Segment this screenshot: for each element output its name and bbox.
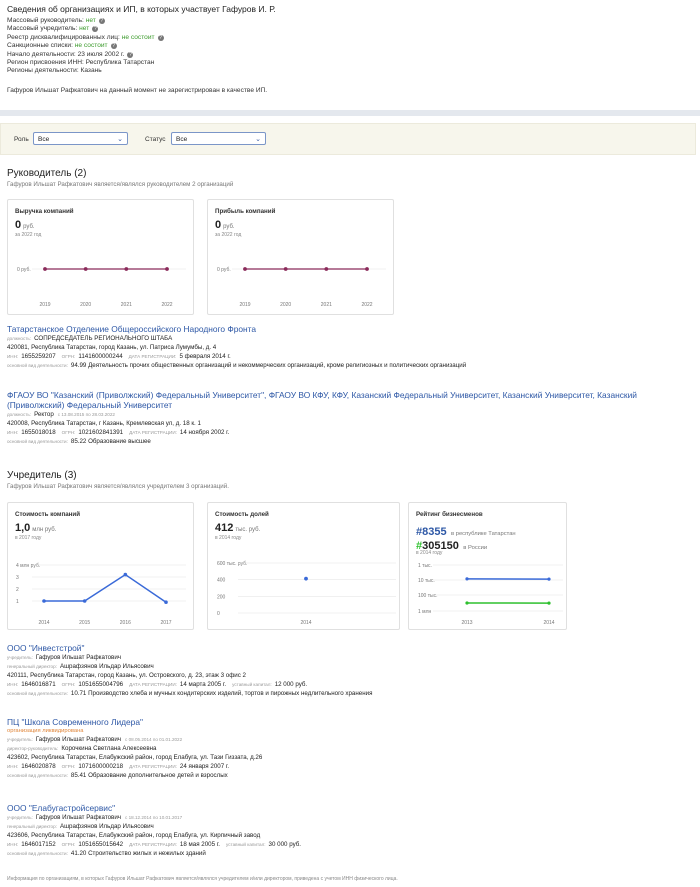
data-point <box>304 576 308 581</box>
info-row: Регион присвоения ИНН: Республика Татарс… <box>7 59 155 66</box>
revenue-chart: 0 руб. 2019 2020 2021 2022 <box>17 267 186 308</box>
role-label: Роль <box>14 136 29 143</box>
founder-org-2: ПЦ "Школа Современного Лидера" организац… <box>7 717 693 780</box>
status-select[interactable]: Все ⌄ <box>171 132 266 145</box>
info-row: Реестр дисквалифицированных лиц: не сост… <box>7 33 164 41</box>
x-tick-label: 2017 <box>160 620 171 626</box>
status-label: Статус <box>145 136 166 143</box>
org-name-link[interactable]: ООО "Инвестстрой" <box>7 643 693 653</box>
y-tick-label: 100 тыс. <box>418 593 438 599</box>
director-heading: Руководитель (2) <box>7 168 87 179</box>
data-point <box>123 572 128 577</box>
x-tick-label: 2020 <box>280 302 291 308</box>
info-row: Начало деятельности: 23 июля 2002 г.? <box>7 50 134 58</box>
role-select[interactable]: Все ⌄ <box>33 132 128 145</box>
data-point <box>465 577 469 581</box>
org-name-link[interactable]: Татарстанское Отделение Общероссийского … <box>7 324 693 334</box>
y-tick-label: 2 <box>16 587 19 593</box>
chevron-down-icon: ⌄ <box>117 136 123 143</box>
filter-bar: Роль Все ⌄ Статус Все ⌄ <box>0 123 696 155</box>
chevron-down-icon: ⌄ <box>255 136 261 143</box>
profit-card: Прибыль компаний 0 руб. за 2022 год 0 руб… <box>207 199 394 315</box>
page-title: Сведения об организациях и ИП, в которых… <box>7 4 276 14</box>
x-tick-label: 2020 <box>80 302 91 308</box>
y-tick-label: 400 <box>217 578 226 584</box>
help-icon[interactable]: ? <box>92 26 99 33</box>
info-row: Массовый руководитель: нет? <box>7 17 105 24</box>
top-info: Сведения об организациях и ИП, в которых… <box>0 0 700 112</box>
y-tick-label: 0 руб. <box>217 267 231 273</box>
y-tick-label: 200 <box>217 594 226 600</box>
org-name-link[interactable]: ПЦ "Школа Современного Лидера" <box>7 717 693 727</box>
x-tick-label: 2015 <box>79 620 90 626</box>
y-tick-label: 1 тыс. <box>418 563 432 569</box>
series-line <box>44 573 167 603</box>
shares-cost-chart: 600 тыс. руб. 400 200 0 2014 <box>217 561 396 626</box>
help-icon[interactable]: ? <box>110 43 117 50</box>
info-row: Массовый учредитель: нет? <box>7 25 99 33</box>
x-tick-label: 2019 <box>239 302 250 308</box>
x-tick-label: 2022 <box>361 302 372 308</box>
company-cost-chart: 4 млн руб. 3 2 1 2014 2015 2016 2017 <box>16 563 186 626</box>
data-point <box>124 267 129 271</box>
data-point <box>283 267 288 271</box>
data-point <box>547 601 551 605</box>
x-tick-label: 2022 <box>161 302 172 308</box>
shares-cost-card: Стоимость долей 412 тыс. руб. в 2014 году… <box>207 502 400 630</box>
y-tick-label: 1 млн <box>418 609 432 615</box>
data-point <box>165 267 169 271</box>
data-point <box>42 599 46 603</box>
footnote: Информация по организациям, в которых Га… <box>7 876 398 882</box>
director-subtitle: Гафуров Ильшат Рафкатович является/являл… <box>7 181 234 188</box>
rating-chart: 1 тыс. 10 тыс. 100 тыс. 1 млн 2013 2014 <box>418 563 563 626</box>
data-point <box>82 599 87 603</box>
y-tick-label: 3 <box>16 575 19 581</box>
x-tick-label: 2016 <box>120 620 131 626</box>
x-tick-label: 2021 <box>321 302 332 308</box>
data-point <box>324 267 329 271</box>
liquidated-badge: организация ликвидирована <box>7 728 84 734</box>
data-point <box>365 267 369 271</box>
founder-org-1: ООО "Инвестстрой" учредитель: Гафуров Иль… <box>7 643 693 698</box>
y-tick-label: 0 руб. <box>17 267 31 273</box>
help-icon[interactable]: ? <box>98 18 105 24</box>
data-point <box>83 267 88 271</box>
x-tick-label: 2021 <box>121 302 132 308</box>
org-name-link[interactable]: ФГАОУ ВО "Казанский (Приволжский) Федера… <box>7 390 693 410</box>
x-tick-label: 2014 <box>38 620 49 626</box>
founder-heading: Учредитель (3) <box>7 470 77 481</box>
founder-org-3: ООО "Елабугастройсервис" учредитель: Гафу… <box>7 803 693 858</box>
x-tick-label: 2019 <box>39 302 50 308</box>
data-point <box>465 601 469 605</box>
x-tick-label: 2013 <box>461 620 472 626</box>
data-point <box>547 577 551 581</box>
founder-subtitle: Гафуров Ильшат Рафкатович является/являл… <box>7 483 229 490</box>
data-point <box>164 600 168 604</box>
info-row: Санкционные списки: не состоит? <box>7 42 117 50</box>
y-tick-label: 0 <box>217 611 220 617</box>
data-point <box>43 267 47 271</box>
help-icon[interactable]: ? <box>127 51 134 58</box>
x-tick-label: 2014 <box>300 620 311 626</box>
data-point <box>243 267 247 271</box>
y-tick-label: 4 млн руб. <box>16 563 40 569</box>
revenue-card: Выручка компаний 0 руб. за 2022 год 0 руб… <box>7 199 194 315</box>
section-divider <box>0 110 700 116</box>
info-row: Регионы деятельности: Казань <box>7 67 102 75</box>
director-org-2: ФГАОУ ВО "Казанский (Приволжский) Федера… <box>7 390 693 446</box>
x-tick-label: 2014 <box>543 620 554 626</box>
company-cost-card: Стоимость компаний 1,0 млн руб. в 2017 го… <box>7 502 194 630</box>
rating-card: Рейтинг бизнесменов #8355 в республике Т… <box>408 502 567 630</box>
director-org-1: Татарстанское Отделение Общероссийского … <box>7 324 693 370</box>
org-name-link[interactable]: ООО "Елабугастройсервис" <box>7 803 693 813</box>
y-tick-label: 10 тыс. <box>418 578 435 584</box>
y-tick-label: 600 тыс. руб. <box>217 561 247 567</box>
profit-chart: 0 руб. 2019 2020 2021 2022 <box>217 267 386 308</box>
y-tick-label: 1 <box>16 599 19 605</box>
help-icon[interactable]: ? <box>157 34 164 41</box>
ip-note: Гафуров Ильшат Рафкатович на данный моме… <box>7 87 268 94</box>
